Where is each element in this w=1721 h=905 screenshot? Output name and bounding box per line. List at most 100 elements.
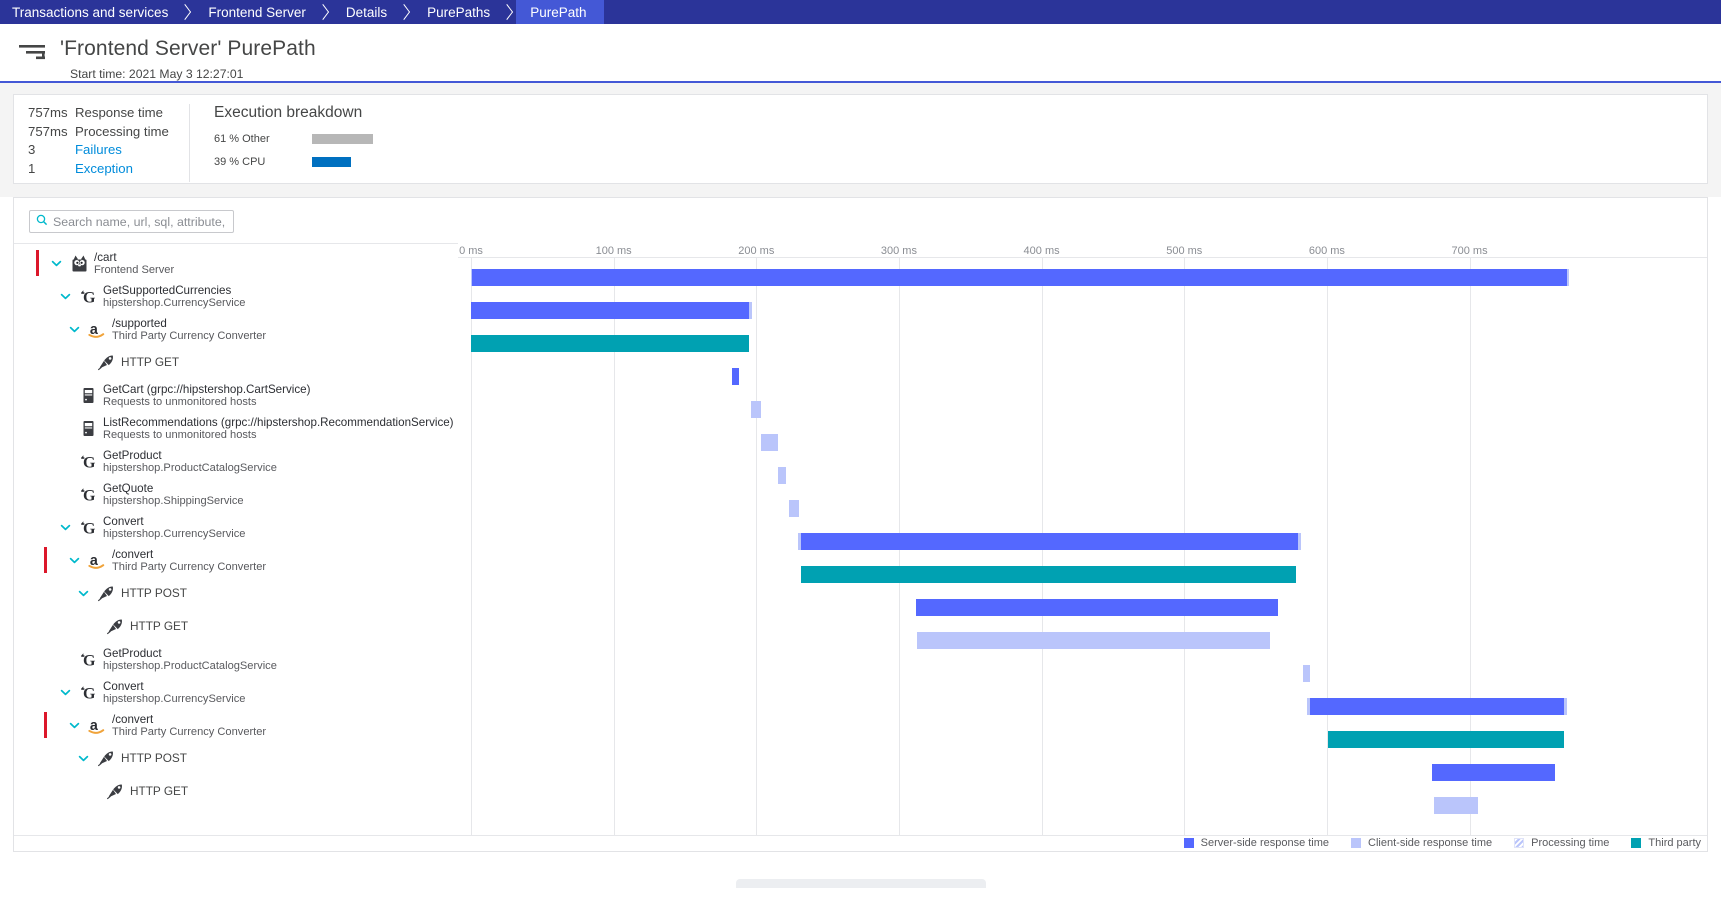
tree-row[interactable]: a/supported Third Party Currency Converte… <box>14 314 458 344</box>
page-header: 'Frontend Server' PurePath Start time: 2… <box>0 24 1721 83</box>
expand-collapse-chevron[interactable] <box>68 323 81 336</box>
timeline-bar[interactable] <box>732 368 740 385</box>
tree-row[interactable]: a/convert Third Party Currency Converter <box>14 710 458 740</box>
timeline-bar[interactable] <box>1328 731 1564 748</box>
page-title: 'Frontend Server' PurePath <box>60 37 316 60</box>
server-rack-icon <box>78 385 99 406</box>
title-underline <box>0 81 1721 83</box>
tree-row-subtitle: hipstershop.ShippingService <box>103 495 244 507</box>
execution-breakdown: Execution breakdown 61 % Other 39 % CPU <box>190 104 373 176</box>
expand-collapse-chevron[interactable] <box>77 587 90 600</box>
breakdown-row: 61 % Other <box>214 130 373 147</box>
timeline-bar[interactable] <box>789 500 800 517</box>
expand-collapse-chevron[interactable] <box>59 521 72 534</box>
timeline-bar[interactable] <box>916 599 1279 616</box>
metric-row[interactable]: 3 Failures <box>28 141 189 160</box>
metric-label[interactable]: Failures <box>75 141 122 160</box>
tree-row-labels: Convert hipstershop.CurrencyService <box>103 680 245 706</box>
tree-row[interactable]: G GetProduct hipstershop.ProductCatalogSer… <box>14 644 458 674</box>
metric-row: 757ms Response time <box>28 104 189 123</box>
timeline-bar[interactable] <box>917 632 1270 649</box>
metric-value: 757ms <box>28 105 68 120</box>
tree-row-subtitle: Frontend Server <box>94 264 175 276</box>
expand-collapse-chevron[interactable] <box>77 752 90 765</box>
axis-tick-label: 700 ms <box>1451 245 1488 257</box>
tree-row[interactable]: HTTP GET <box>14 611 458 641</box>
metric-label: Response time <box>75 105 163 120</box>
tree-row[interactable]: HTTP POST <box>14 743 458 773</box>
go-gopher-icon <box>69 253 90 274</box>
metric-row[interactable]: 1 Exception <box>28 160 189 179</box>
tree-row[interactable]: HTTP GET <box>14 347 458 377</box>
timeline-bar[interactable] <box>1433 797 1479 814</box>
summary-section: 757ms Response time 757ms Processing time 3 F… <box>0 83 1721 197</box>
tree-row[interactable]: G Convert hipstershop.CurrencyService <box>14 512 458 542</box>
amazon-icon: a <box>87 319 108 340</box>
timeline-bar[interactable] <box>777 467 787 484</box>
tree-row[interactable]: a/convert Third Party Currency Converter <box>14 545 458 575</box>
axis-tick-label: 200 ms <box>738 245 775 257</box>
purepath-grid: /cart Frontend Server G GetSupportedCurrenc… <box>14 243 1707 843</box>
timeline-bar[interactable] <box>1302 665 1310 682</box>
tree-row[interactable]: HTTP GET <box>14 776 458 806</box>
tree-row-title: Convert <box>103 680 144 693</box>
purepath-panel: /cartFrontend Server G GetSupportedCurrenc… <box>0 197 1721 852</box>
tree-row-title: GetSupportedCurrencies <box>103 284 232 297</box>
expand-collapse-chevron[interactable] <box>68 719 81 732</box>
tree-row[interactable]: G GetProduct hipstershop.ProductCatalogSer… <box>14 446 458 476</box>
start-time: Start time: 2021 May 3 12:27:01 <box>70 67 244 81</box>
timeline-bar[interactable] <box>472 269 1567 286</box>
timeline-bar[interactable] <box>800 533 1299 550</box>
metric-label[interactable]: Exception <box>75 160 133 179</box>
breadcrumb-item-purepaths[interactable]: PurePaths <box>413 0 501 24</box>
breadcrumb-item-transactions-and-services[interactable]: Transactions and services <box>0 0 179 24</box>
timeline-bar[interactable] <box>750 401 761 418</box>
expand-collapse-chevron[interactable] <box>50 257 63 270</box>
timeline-bar[interactable] <box>800 566 1296 583</box>
expand-collapse-chevron[interactable] <box>68 554 81 567</box>
tree-row-labels: HTTP GET <box>130 776 188 806</box>
tree-row[interactable]: G GetSupportedCurrencies hipstershop.Curre… <box>14 281 458 311</box>
timeline-bar[interactable] <box>760 434 778 451</box>
tree-row[interactable]: G Convert hipstershop.CurrencyService <box>14 677 458 707</box>
breadcrumb-item-purepath: PurePath <box>516 0 605 24</box>
expand-collapse-chevron[interactable] <box>59 290 72 303</box>
breadcrumb-filler <box>604 0 1721 24</box>
tree-row[interactable]: GetCart (grpc://hipstershop.CartService)… <box>14 380 458 410</box>
legend-label: Third party <box>1648 837 1701 849</box>
breakdown-bar <box>312 156 351 167</box>
tree-row[interactable]: G GetQuote hipstershop.ShippingService <box>14 479 458 509</box>
search-box[interactable] <box>29 210 234 233</box>
timeline-bar[interactable] <box>1432 764 1556 781</box>
timeline-bar[interactable] <box>471 302 750 319</box>
search-icon <box>36 213 48 231</box>
tree-row[interactable]: /cart Frontend Server <box>14 248 458 278</box>
legend-swatch-server <box>1183 838 1194 848</box>
tree-row-title: HTTP GET <box>130 784 189 798</box>
tree-row-title: ListRecommendations (grpc://hipstershop.… <box>103 416 454 429</box>
legend-swatch-third <box>1631 838 1642 848</box>
timeline-bar[interactable] <box>1309 698 1564 715</box>
tree-row[interactable]: HTTP POST <box>14 578 458 608</box>
legend-label: Server-side response time <box>1200 837 1330 849</box>
tree-row-labels: HTTP POST <box>121 743 187 773</box>
bottom-drawer-handle[interactable] <box>735 879 986 888</box>
tree-row-subtitle: hipstershop.ProductCatalogService <box>103 462 277 474</box>
error-indicator <box>36 250 39 276</box>
tree-row-title: HTTP GET <box>121 355 180 369</box>
breakdown-label: 61 % Other <box>214 132 270 145</box>
legend-swatch-proc <box>1514 838 1525 848</box>
expand-collapse-chevron[interactable] <box>59 686 72 699</box>
tree-row[interactable]: ListRecommendations (grpc://hipstershop.… <box>14 413 458 443</box>
search-row <box>14 198 1707 243</box>
legend-label: Client-side response time <box>1368 837 1493 849</box>
axis-tick-label: 600 ms <box>1308 245 1345 257</box>
purepath-timeline: 0 ms 100 ms 200 ms 300 ms 400 ms 500 ms 600 ms… <box>458 243 1707 836</box>
purepath-icon <box>18 40 52 66</box>
breadcrumb-item-details[interactable]: Details <box>331 0 398 24</box>
timeline-bar[interactable] <box>471 335 750 352</box>
search-input[interactable] <box>48 213 227 230</box>
tree-row-labels: ListRecommendations (grpc://hipstershop.… <box>103 416 454 442</box>
breadcrumb-item-frontend-server[interactable]: Frontend Server <box>194 0 316 24</box>
metric-label: Processing time <box>75 123 169 139</box>
